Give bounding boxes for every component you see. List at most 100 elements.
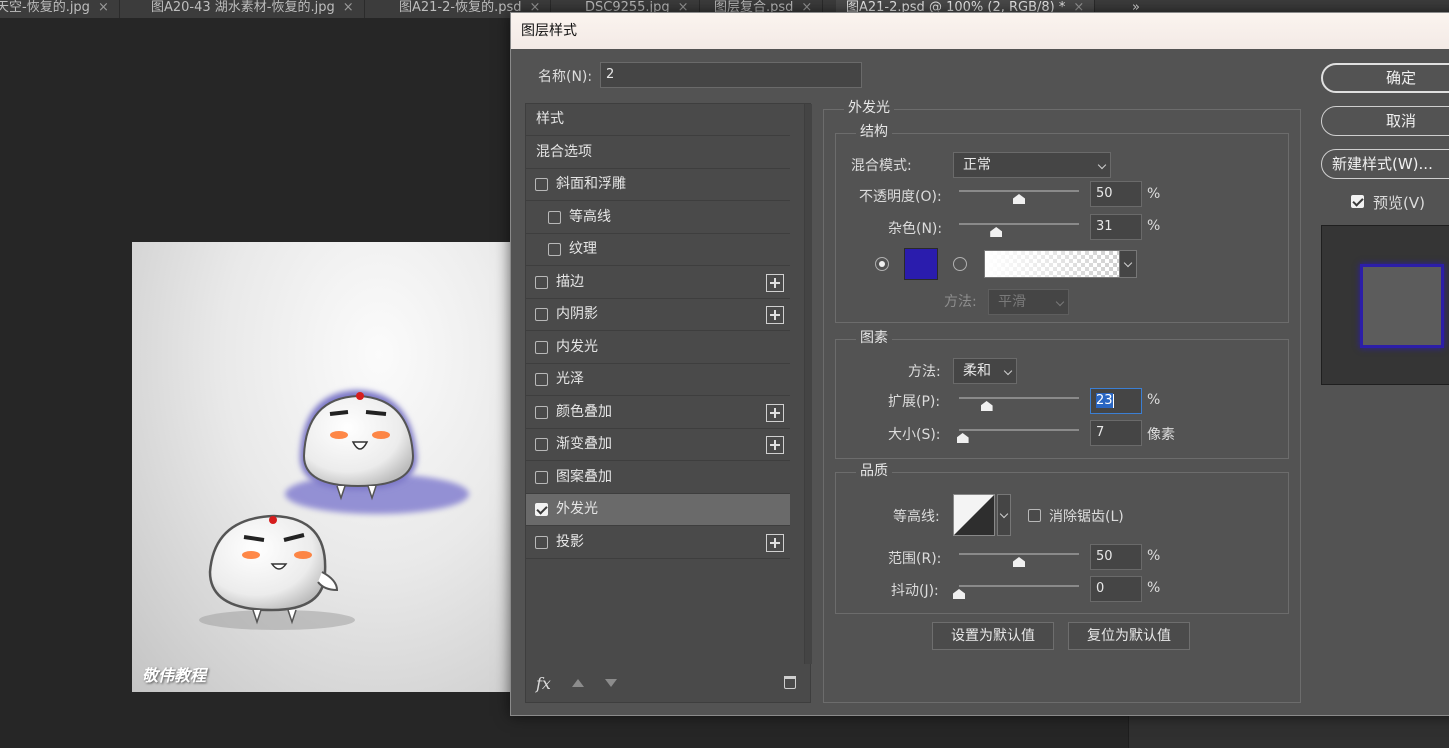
method-select[interactable]: 平滑 bbox=[988, 289, 1069, 315]
opacity-field[interactable]: 50 bbox=[1090, 181, 1142, 207]
watermark-logo: 敬伟教程 bbox=[142, 666, 207, 685]
add-instance-icon[interactable] bbox=[766, 404, 784, 422]
doc-tab-1[interactable]: 图A20-43 湖水素材-恢复的.jpg × bbox=[141, 0, 365, 18]
style-item-label: 等高线 bbox=[569, 209, 611, 225]
glowing-character bbox=[285, 390, 469, 514]
spread-slider-thumb[interactable] bbox=[980, 401, 993, 411]
structure-title: 结构 bbox=[856, 123, 892, 141]
blend-mode-select[interactable]: 正常 bbox=[953, 152, 1111, 178]
size-slider-thumb[interactable] bbox=[956, 433, 969, 443]
style-item-checkbox[interactable] bbox=[535, 536, 548, 549]
percent-label: % bbox=[1147, 186, 1161, 202]
technique-select[interactable]: 柔和 bbox=[953, 358, 1017, 384]
style-item-2[interactable]: 斜面和浮雕 bbox=[526, 169, 790, 201]
jitter-field[interactable]: 0 bbox=[1090, 576, 1142, 602]
contour-picker-dropdown[interactable] bbox=[997, 494, 1011, 536]
close-icon[interactable]: × bbox=[343, 0, 354, 15]
elements-title: 图素 bbox=[856, 329, 892, 347]
range-slider[interactable] bbox=[959, 551, 1079, 567]
style-item-10[interactable]: 渐变叠加 bbox=[526, 429, 790, 461]
contour-thumbnail[interactable] bbox=[953, 494, 995, 536]
style-item-checkbox[interactable] bbox=[535, 438, 548, 451]
style-item-checkbox[interactable] bbox=[535, 406, 548, 419]
chevron-down-icon bbox=[1003, 366, 1013, 376]
move-down-icon[interactable] bbox=[605, 679, 617, 687]
style-item-13[interactable]: 投影 bbox=[526, 527, 790, 559]
style-item-checkbox[interactable] bbox=[535, 373, 548, 386]
new-style-button[interactable]: 新建样式(W)... bbox=[1321, 149, 1449, 179]
style-item-4[interactable]: 纹理 bbox=[526, 234, 790, 266]
noise-label: 杂色(N): bbox=[888, 221, 943, 237]
style-item-checkbox[interactable] bbox=[535, 503, 548, 516]
percent-label: % bbox=[1147, 392, 1161, 408]
gradient-radio[interactable] bbox=[953, 257, 967, 271]
document-canvas[interactable]: 敬伟教程 bbox=[132, 242, 512, 692]
opacity-slider-thumb[interactable] bbox=[1013, 194, 1025, 204]
preview-checkbox[interactable] bbox=[1351, 195, 1364, 208]
contour-label: 等高线: bbox=[893, 509, 940, 525]
spread-field[interactable]: 23 bbox=[1090, 388, 1142, 414]
styles-list-scrollbar[interactable] bbox=[804, 104, 812, 664]
style-item-label: 外发光 bbox=[556, 501, 598, 517]
style-item-checkbox[interactable] bbox=[535, 308, 548, 321]
spread-slider[interactable] bbox=[959, 395, 1079, 411]
style-item-8[interactable]: 光泽 bbox=[526, 364, 790, 396]
opacity-slider[interactable] bbox=[959, 188, 1079, 204]
cancel-button[interactable]: 取消 bbox=[1321, 106, 1449, 136]
style-item-checkbox[interactable] bbox=[548, 243, 561, 256]
noise-slider[interactable] bbox=[959, 221, 1079, 237]
color-radio[interactable] bbox=[875, 257, 889, 271]
style-item-3[interactable]: 等高线 bbox=[526, 202, 790, 234]
reset-default-button[interactable]: 复位为默认值 bbox=[1068, 622, 1190, 650]
gradient-picker-dropdown[interactable] bbox=[1119, 250, 1137, 278]
style-item-7[interactable]: 内发光 bbox=[526, 332, 790, 364]
plain-character bbox=[199, 514, 355, 630]
size-field[interactable]: 7 bbox=[1090, 420, 1142, 446]
add-instance-icon[interactable] bbox=[766, 306, 784, 324]
spread-value: 23 bbox=[1096, 393, 1113, 408]
glow-gradient-swatch[interactable] bbox=[984, 250, 1120, 278]
contour-curve-icon bbox=[954, 495, 994, 535]
fx-icon[interactable]: fx bbox=[536, 674, 551, 693]
size-slider[interactable] bbox=[956, 427, 1079, 443]
trash-icon[interactable] bbox=[784, 676, 796, 689]
range-slider-thumb[interactable] bbox=[1013, 557, 1025, 567]
noise-slider-thumb[interactable] bbox=[990, 227, 1003, 237]
ok-button[interactable]: 确定 bbox=[1321, 63, 1449, 93]
close-icon[interactable]: × bbox=[98, 0, 109, 15]
chevron-down-icon bbox=[999, 509, 1009, 519]
style-item-5[interactable]: 描边 bbox=[526, 267, 790, 299]
style-item-checkbox[interactable] bbox=[535, 341, 548, 354]
style-item-6[interactable]: 内阴影 bbox=[526, 299, 790, 331]
glow-color-swatch[interactable] bbox=[904, 248, 938, 280]
technique-label: 方法: bbox=[908, 364, 941, 380]
blend-mode-label: 混合模式: bbox=[851, 158, 912, 174]
style-item-11[interactable]: 图案叠加 bbox=[526, 462, 790, 494]
dialog-title[interactable]: 图层样式 bbox=[511, 13, 1449, 49]
style-item-label: 斜面和浮雕 bbox=[556, 176, 626, 192]
range-field[interactable]: 50 bbox=[1090, 544, 1142, 570]
layer-name-field[interactable]: 2 bbox=[600, 62, 862, 88]
style-item-1[interactable]: 混合选项 bbox=[526, 137, 790, 169]
noise-field[interactable]: 31 bbox=[1090, 214, 1142, 240]
jitter-slider[interactable] bbox=[953, 583, 1079, 599]
move-up-icon[interactable] bbox=[572, 679, 584, 687]
style-item-label: 样式 bbox=[536, 111, 564, 127]
add-instance-icon[interactable] bbox=[766, 534, 784, 552]
style-item-9[interactable]: 颜色叠加 bbox=[526, 397, 790, 429]
style-item-0[interactable]: 样式 bbox=[526, 104, 790, 136]
add-instance-icon[interactable] bbox=[766, 274, 784, 292]
style-item-checkbox[interactable] bbox=[535, 471, 548, 484]
make-default-button[interactable]: 设置为默认值 bbox=[932, 622, 1054, 650]
style-item-checkbox[interactable] bbox=[548, 211, 561, 224]
style-item-12[interactable]: 外发光 bbox=[526, 494, 790, 526]
add-instance-icon[interactable] bbox=[766, 436, 784, 454]
style-item-checkbox[interactable] bbox=[535, 178, 548, 191]
chevron-down-icon bbox=[1097, 160, 1107, 170]
style-item-label: 描边 bbox=[556, 274, 584, 290]
doc-tab-0[interactable]: 天空-恢复的.jpg × bbox=[0, 0, 120, 18]
style-item-checkbox[interactable] bbox=[535, 276, 548, 289]
layer-style-dialog: 图层样式 名称(N): 2 样式 混合选项 斜面和浮雕 等高线 纹理 描边 内阴影 内发光 光泽… bbox=[510, 12, 1449, 716]
outer-glow-title: 外发光 bbox=[844, 99, 894, 117]
antialias-checkbox[interactable] bbox=[1028, 509, 1041, 522]
